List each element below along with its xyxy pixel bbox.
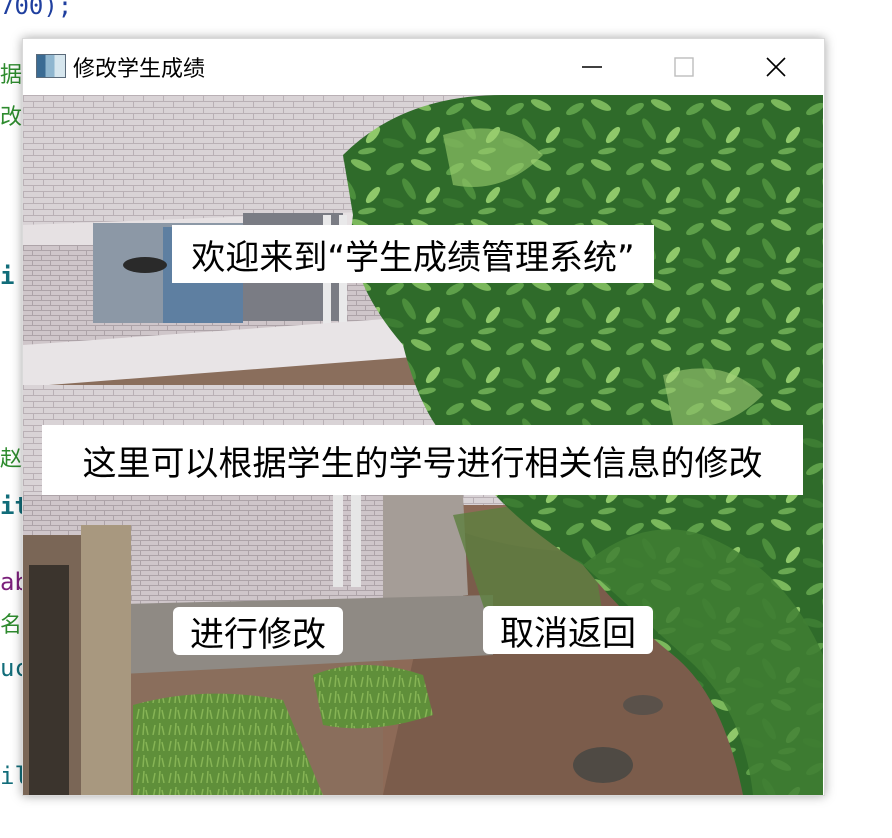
code-fragment: 据 bbox=[0, 63, 23, 88]
title-bar[interactable]: 修改学生成绩 bbox=[23, 39, 824, 95]
app-window-icon bbox=[36, 54, 66, 78]
window-title: 修改学生成绩 bbox=[73, 57, 206, 82]
maximize-icon bbox=[674, 57, 694, 77]
dialog-window: 修改学生成绩 欢迎来到“学生成绩管理系统” 这里可以根据学生的学号进行相关信息的… bbox=[22, 38, 825, 796]
maximize-button[interactable] bbox=[638, 39, 730, 95]
welcome-label: 欢迎来到“学生成绩管理系统” bbox=[172, 225, 654, 283]
code-fragment: 700); bbox=[0, 0, 73, 20]
minimize-icon bbox=[582, 66, 602, 68]
confirm-modify-button[interactable]: 进行修改 bbox=[173, 607, 343, 655]
minimize-button[interactable] bbox=[546, 39, 638, 95]
info-label: 这里可以根据学生的学号进行相关信息的修改 bbox=[42, 425, 803, 495]
window-content: 欢迎来到“学生成绩管理系统” 这里可以根据学生的学号进行相关信息的修改 进行修改… bbox=[23, 95, 823, 795]
code-fragment: 改 bbox=[0, 105, 23, 130]
code-fragment: 赵 bbox=[0, 447, 23, 472]
code-fragment: i bbox=[0, 262, 15, 290]
code-fragment: 名 bbox=[0, 613, 23, 638]
cancel-return-button[interactable]: 取消返回 bbox=[483, 606, 653, 654]
close-button[interactable] bbox=[730, 39, 822, 95]
close-icon bbox=[766, 57, 786, 77]
